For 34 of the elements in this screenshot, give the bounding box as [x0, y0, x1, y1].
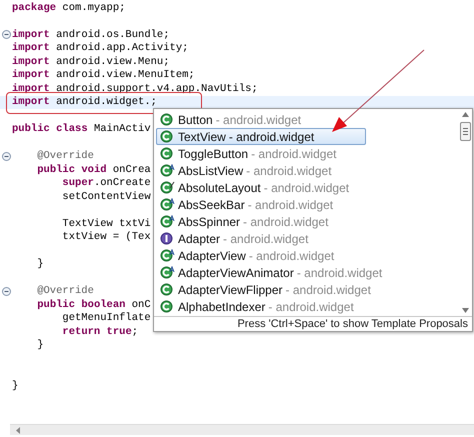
code-line: import android.app.Activity; — [12, 43, 188, 54]
popup-hint: Press 'Ctrl+Space' to show Template Proposals — [237, 316, 468, 332]
code-line: import android.widget.; — [12, 97, 157, 108]
code-line: public class MainActiv — [12, 124, 151, 134]
code-line: public void onCrea — [36, 164, 151, 175]
code-line: } — [12, 380, 18, 391]
proposal-item[interactable]: AbsoluteLayout - android.widget — [156, 179, 366, 196]
proposal-item[interactable]: AdapterViewFlipper - android.widget — [156, 281, 374, 298]
code-line: TextView txtVi — [61, 218, 151, 229]
proposal-item[interactable]: AbsListView - android.widget — [156, 162, 366, 179]
proposal-item[interactable]: AlphabetIndexer - android.widget — [156, 298, 366, 315]
proposal-item[interactable]: Button - android.widget — [156, 111, 366, 128]
code-line: } — [36, 259, 44, 270]
proposal-item[interactable]: AdapterView - android.widget — [156, 247, 366, 264]
proposal-item[interactable]: TextView - android.widget — [156, 128, 366, 145]
code-line: import android.view.MenuItem; — [12, 70, 195, 80]
code-line: import android.support.v4.app.NavUtils; — [12, 84, 258, 94]
annotation-line: @Override — [36, 151, 94, 162]
code-line: package com.myapp; — [12, 2, 126, 13]
code-line: setContentView — [61, 192, 151, 202]
annotation-line: @Override — [36, 286, 94, 296]
code-line: txtView = (Tex — [61, 232, 151, 242]
code-line: return true; — [61, 326, 138, 337]
proposal-item[interactable]: AbsSpinner - android.widget — [156, 213, 366, 230]
code-line: getMenuInflate — [61, 313, 151, 324]
proposal-item[interactable]: AbsSeekBar - android.widget — [156, 196, 366, 213]
code-line: super.onCreate — [61, 178, 151, 188]
proposal-item[interactable]: AdapterViewAnimator - android.widget — [156, 264, 386, 281]
code-line: import android.view.Menu; — [12, 56, 170, 67]
proposal-item[interactable]: Adapter - android.widget — [156, 230, 366, 247]
proposal-item[interactable]: ToggleButton - android.widget — [156, 145, 366, 162]
code-line: public boolean onC — [36, 300, 151, 310]
code-line: } — [36, 340, 44, 350]
code-line: import android.os.Bundle; — [12, 30, 170, 40]
